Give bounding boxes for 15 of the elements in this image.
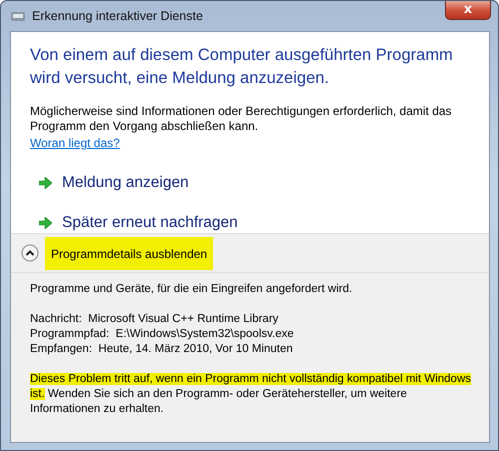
window-icon xyxy=(10,9,26,23)
details-intro: Programme und Geräte, für die ein Eingreifen angefordert wird. xyxy=(30,282,354,297)
chevron-up-icon xyxy=(21,244,39,262)
detail-line: Programmpfad: E:\Windows\System32\spoolsv.exe xyxy=(30,327,295,342)
heading: Von einem auf diesem Computer ausgeführten Programm wird versucht, eine Meldung anzuzeigen. xyxy=(30,45,454,89)
close-button[interactable]: x xyxy=(445,1,491,20)
help-link[interactable]: Woran liegt das? xyxy=(30,136,120,151)
command-link[interactable]: Meldung anzeigen xyxy=(39,174,189,192)
detail-line: Empfangen: Heute, 14. März 2010, Vor 10 Minuten xyxy=(30,342,294,357)
description: Möglicherweise sind Informationen oder Berechtigungen erforderlich, damit das Programm den Vorgang abschließen kann. xyxy=(30,104,453,134)
detail-line: Nachricht: Microsoft Visual C++ Runtime Library xyxy=(30,312,280,327)
command-link[interactable]: Später erneut nachfragen xyxy=(39,214,238,232)
arrow-icon xyxy=(39,177,52,189)
arrow-icon xyxy=(39,217,52,229)
window-title: Erkennung interaktiver Dienste xyxy=(32,9,203,23)
